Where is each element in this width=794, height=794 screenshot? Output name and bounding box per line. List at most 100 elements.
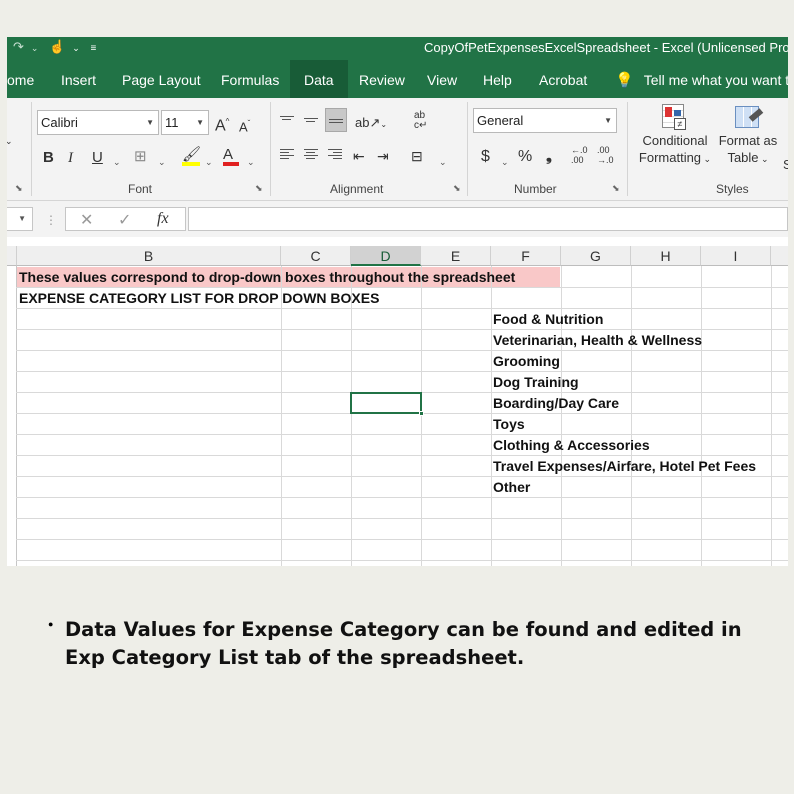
comma-button[interactable]: ❟ (546, 148, 552, 166)
gridline (16, 539, 788, 540)
increase-decimal-icon[interactable]: ←.0.00 (571, 145, 588, 165)
tab-formulas[interactable]: Formulas (207, 60, 293, 98)
column-header-f[interactable]: F (491, 246, 561, 266)
chevron-down-icon[interactable]: ⌄ (247, 153, 255, 171)
chevron-down-icon[interactable]: ⌄ (113, 153, 121, 171)
insert-function-icon[interactable]: fx (157, 210, 169, 228)
wrap-text-icon[interactable]: ab c↵ (414, 111, 427, 131)
clipboard-launcher-icon[interactable]: ⬊ (15, 183, 23, 194)
tab-view[interactable]: View (413, 60, 471, 98)
decrease-indent-icon[interactable]: ⇤ (353, 147, 365, 165)
orientation-icon[interactable]: ab↗⌄ (355, 114, 387, 134)
bold-button[interactable]: B (43, 149, 54, 167)
name-box[interactable]: ▼ (7, 207, 33, 231)
gridline (16, 518, 788, 519)
column-header-h[interactable]: H (631, 246, 701, 266)
font-color-button[interactable]: A (223, 146, 239, 166)
number-group-label: Number (514, 182, 557, 196)
italic-button[interactable]: I (68, 149, 73, 167)
cell-category[interactable]: Travel Expenses/Airfare, Hotel Pet Fees (493, 456, 756, 477)
align-middle-icon[interactable] (304, 116, 318, 124)
fill-color-icon[interactable]: 🖌 (182, 146, 201, 166)
font-group-label: Font (128, 182, 153, 196)
percent-button[interactable]: % (518, 148, 532, 166)
gridline (491, 266, 492, 566)
lightbulb-icon: 💡 (615, 72, 634, 89)
tab-data[interactable]: Data (290, 60, 348, 98)
font-size-value: 11 (165, 115, 179, 130)
column-header-b[interactable]: B (17, 246, 281, 266)
column-header-i[interactable]: I (701, 246, 771, 266)
cancel-icon[interactable]: ✕ (80, 210, 93, 230)
currency-button[interactable]: $ (481, 148, 490, 166)
gridline (701, 266, 702, 566)
cell-category[interactable]: Other (493, 477, 530, 498)
increase-indent-icon[interactable]: ⇥ (377, 147, 389, 165)
cell-category[interactable]: Boarding/Day Care (493, 393, 619, 414)
borders-icon[interactable]: ⊞ (134, 148, 147, 166)
cell-category[interactable]: Veterinarian, Health & Wellness (493, 330, 702, 351)
tab-home[interactable]: ome (7, 60, 48, 98)
merge-center-icon[interactable]: ⊟ (411, 147, 423, 165)
chevron-down-icon[interactable]: ⌄ (501, 153, 509, 171)
format-as-table-button[interactable]: Format as Table ⌄ (715, 102, 781, 168)
number-format-combo[interactable]: General ▼ (473, 108, 617, 133)
cell-category[interactable]: Dog Training (493, 372, 579, 393)
select-all-corner[interactable] (7, 246, 17, 266)
redo-dropdown-icon[interactable]: ⌄ (31, 43, 39, 54)
gridline (281, 266, 282, 566)
shrink-font-button[interactable]: Aˇ (239, 115, 250, 136)
gridline (16, 434, 788, 435)
chevron-down-icon[interactable]: ⌄ (158, 153, 166, 171)
column-header-j[interactable] (771, 246, 788, 266)
formula-bar-handle-icon[interactable]: ⋮ (45, 211, 57, 229)
enter-icon[interactable]: ✓ (118, 210, 131, 230)
underline-button[interactable]: U (92, 149, 103, 167)
cell-header-note[interactable]: These values correspond to drop-down box… (19, 267, 515, 288)
column-header-d[interactable]: D (351, 246, 421, 266)
grow-font-button[interactable]: A^ (215, 113, 229, 135)
cell-category[interactable]: Grooming (493, 351, 560, 372)
tab-insert[interactable]: Insert (47, 60, 110, 98)
align-left-icon[interactable] (280, 147, 294, 161)
column-header-c[interactable]: C (281, 246, 351, 266)
tab-acrobat[interactable]: Acrobat (525, 60, 601, 98)
align-right-icon[interactable] (328, 147, 342, 161)
gridline (16, 371, 788, 372)
formula-input[interactable] (188, 207, 788, 231)
fill-handle[interactable] (419, 411, 424, 416)
column-header-g[interactable]: G (561, 246, 631, 266)
tell-me-box[interactable]: 💡 Tell me what you want to (615, 60, 788, 98)
active-cell-selection[interactable] (350, 392, 424, 416)
cell-category[interactable]: Food & Nutrition (493, 309, 603, 330)
customize-qat-icon[interactable]: ≡ (90, 43, 96, 54)
styles-group-label: Styles (716, 182, 749, 196)
font-size-combo[interactable]: 11 ▼ (161, 110, 209, 135)
tab-page-layout[interactable]: Page Layout (108, 60, 215, 98)
cell-category[interactable]: Clothing & Accessories (493, 435, 650, 456)
decrease-decimal-icon[interactable]: .00 →.0 (597, 145, 614, 165)
align-center-icon[interactable] (304, 147, 318, 161)
chevron-down-icon[interactable]: ⌄ (439, 153, 447, 171)
align-bottom-icon[interactable] (325, 108, 347, 132)
font-launcher-icon[interactable]: ⬊ (255, 183, 263, 194)
formula-bar: ▼ ⋮ ✕ ✓ fx (7, 201, 788, 237)
font-name-combo[interactable]: Calibri ▼ (37, 110, 159, 135)
align-top-icon[interactable] (280, 114, 294, 125)
tab-help[interactable]: Help (469, 60, 526, 98)
formula-buttons: ✕ ✓ fx (65, 207, 186, 231)
tab-review[interactable]: Review (345, 60, 419, 98)
redo-icon[interactable]: ↷ (13, 39, 24, 55)
touch-dropdown-icon[interactable]: ⌄ (72, 43, 80, 54)
number-launcher-icon[interactable]: ⬊ (612, 183, 620, 194)
conditional-formatting-button[interactable]: ≠ Conditional Formatting ⌄ (635, 102, 715, 168)
touch-mode-icon[interactable]: ☝ (49, 39, 65, 55)
column-header-e[interactable]: E (421, 246, 491, 266)
alignment-launcher-icon[interactable]: ⬊ (453, 183, 461, 194)
chevron-down-icon[interactable]: ⌄ (205, 153, 213, 171)
cell-styles-button-partial[interactable]: S (783, 156, 788, 174)
cell-category[interactable]: Toys (493, 414, 525, 435)
cell-list-title[interactable]: EXPENSE CATEGORY LIST FOR DROP DOWN BOXE… (19, 288, 379, 309)
font-name-value: Calibri (41, 115, 78, 130)
clipboard-chevron-icon[interactable]: ⌄ (7, 132, 13, 150)
